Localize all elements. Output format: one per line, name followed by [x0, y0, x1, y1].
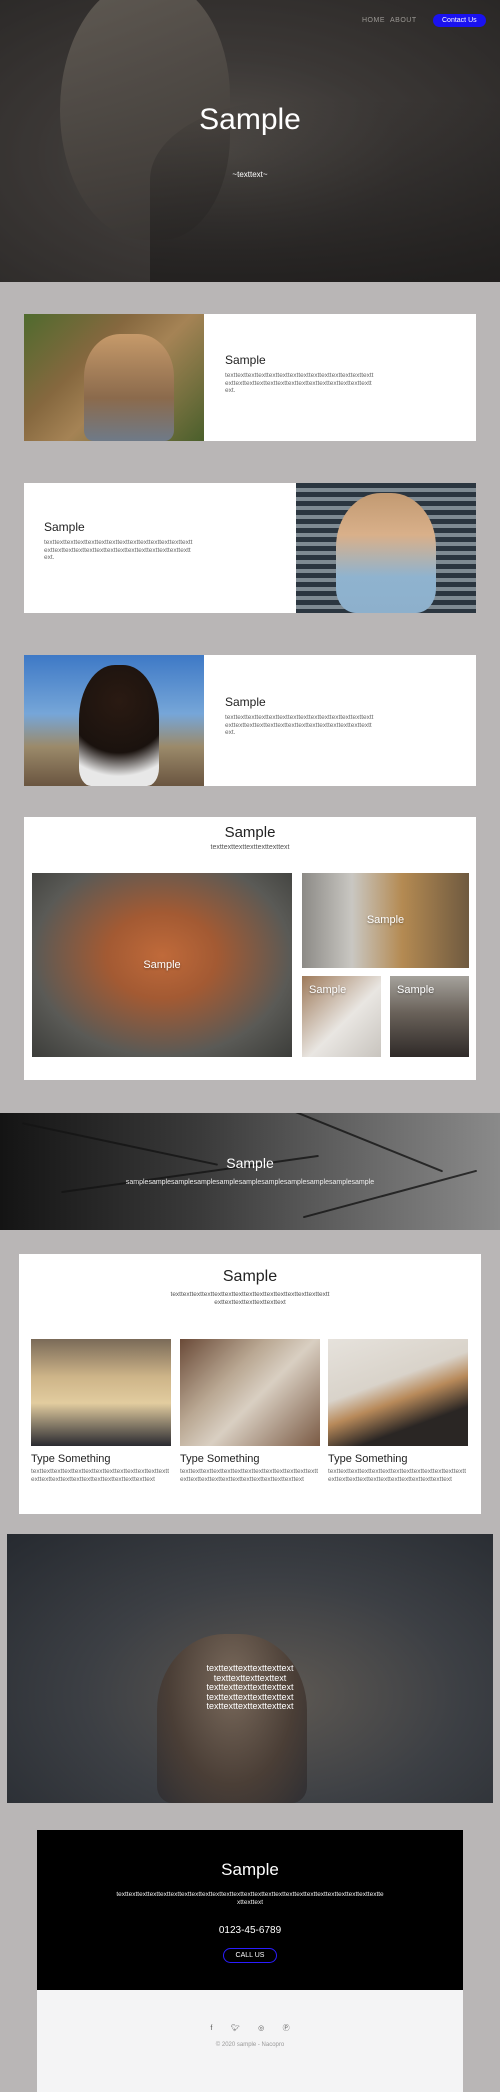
banner-section: Sample samplesamplesamplesamplesamplesam… [0, 1113, 500, 1230]
feature-title-2: Sample [44, 520, 85, 534]
column-text-2: texttexttexttexttexttexttexttexttexttext… [180, 1468, 319, 1483]
page: HOME ABOUT Contact Us Sample ~texttext~ … [0, 0, 500, 2092]
column-photo-2 [180, 1339, 320, 1446]
column-title-1: Type Something [31, 1453, 111, 1465]
cta-text: texttexttexttexttexttexttexttexttexttext… [116, 1891, 384, 1906]
feature-text-1: texttexttexttexttexttexttexttexttexttext… [225, 372, 374, 395]
gallery-tile-2[interactable]: Sample [302, 873, 469, 968]
facebook-icon[interactable]: f [210, 2025, 212, 2032]
feature-card-2: Sample texttexttexttexttexttexttexttextt… [24, 483, 476, 613]
columns-intro: texttexttexttexttexttexttexttexttexttext… [170, 1291, 330, 1306]
gallery-tile-3[interactable]: Sample [302, 976, 381, 1057]
feature-photo-3 [24, 655, 204, 786]
feature-title-1: Sample [225, 353, 266, 367]
nav-home-link[interactable]: HOME [362, 17, 385, 24]
banner-text: samplesamplesamplesamplesamplesamplesamp… [125, 1179, 375, 1186]
pinterest-icon[interactable]: Ⓟ [283, 2025, 290, 2032]
instagram-icon[interactable]: ◎ [258, 2025, 264, 2032]
footer: f 🐦︎ ◎ Ⓟ © 2020 sample - Nacopro [37, 1990, 463, 2092]
feature-card-3: Sample texttexttexttexttexttexttexttextt… [24, 655, 476, 786]
contact-us-button[interactable]: Contact Us [433, 14, 486, 27]
cta-phone: 0123-45-6789 [218, 1925, 282, 1936]
gallery-tile-label-2: Sample [366, 914, 405, 926]
column-title-3: Type Something [328, 1453, 408, 1465]
gallery-tile-label-4: Sample [397, 984, 435, 996]
call-us-button[interactable]: CALL US [222, 1948, 278, 1963]
column-photo-1 [31, 1339, 171, 1446]
column-text-1: texttexttexttexttexttexttexttexttexttext… [31, 1468, 170, 1483]
column-photo-3 [328, 1339, 468, 1446]
nav-about-link[interactable]: ABOUT [390, 17, 417, 24]
gallery-tile-label-1: Sample [143, 959, 181, 971]
copyright: © 2020 sample - Nacopro [215, 2042, 285, 2048]
social-links: f 🐦︎ ◎ Ⓟ [37, 2017, 463, 2035]
feature-photo-2 [296, 483, 476, 613]
column-text-3: texttexttexttexttexttexttexttexttexttext… [328, 1468, 467, 1483]
hero-title: Sample [199, 103, 301, 136]
columns-section: Sample texttexttexttexttexttexttexttextt… [19, 1254, 481, 1514]
gallery-tile-1[interactable]: Sample [32, 873, 292, 1057]
feature-photo-1 [24, 314, 204, 441]
cta-section: Sample texttexttexttexttexttexttexttextt… [37, 1830, 463, 1990]
cta-title: Sample [221, 1860, 279, 1879]
feature-card-1: Sample texttexttexttexttexttexttexttextt… [24, 314, 476, 441]
hero-subtitle: ~texttext~ [232, 170, 268, 179]
feature-text-3: texttexttexttexttexttexttexttexttexttext… [225, 714, 374, 737]
quote-section: texttexttexttexttexttext texttexttexttex… [7, 1534, 493, 1803]
gallery-subtitle: texttexttexttexttexttexttext [210, 844, 290, 851]
feature-text-2: texttexttexttexttexttexttexttexttexttext… [44, 539, 193, 562]
hero-section: HOME ABOUT Contact Us Sample ~texttext~ [0, 0, 500, 282]
feature-title-3: Sample [225, 695, 266, 709]
gallery-title: Sample [224, 824, 276, 841]
gallery-tile-label-3: Sample [309, 984, 347, 996]
banner-title: Sample [226, 1155, 274, 1171]
twitter-icon[interactable]: 🐦︎ [231, 2025, 240, 2032]
gallery-section: Sample texttexttexttexttexttexttext Samp… [24, 817, 476, 1080]
column-title-2: Type Something [180, 1453, 260, 1465]
columns-title: Sample [222, 1268, 278, 1285]
quote-line-5: texttexttexttexttexttext [206, 1701, 294, 1712]
gallery-tile-4[interactable]: Sample [390, 976, 469, 1057]
